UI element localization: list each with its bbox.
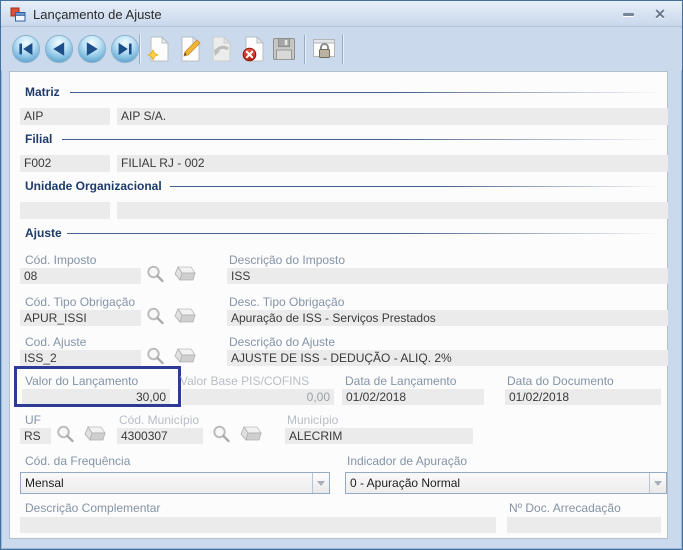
form-icon [10,7,26,22]
form-panel: Matriz AIP AIP S/A. Filial F002 FILIAL R… [9,71,668,539]
search-icon[interactable] [55,424,76,445]
section-divider [170,186,661,187]
cod-frequencia-label: Cód. da Frequência [25,454,131,468]
section-divider [67,233,661,234]
minimize-icon [622,12,634,16]
municipio-field[interactable]: ALECRIM [285,428,473,444]
eraser-icon[interactable] [171,265,197,284]
indicador-apuracao-value: 0 - Apuração Normal [350,476,461,490]
data-lancamento-label: Data de Lançamento [345,374,457,388]
filial-code-field[interactable]: F002 [20,155,110,172]
matriz-name-field[interactable]: AIP S/A. [117,108,668,125]
save-icon [273,38,295,60]
eraser-icon[interactable] [81,425,107,444]
data-documento-label: Data do Documento [507,374,614,388]
last-record-icon [110,34,140,64]
desc-imposto-label: Descrição do Imposto [229,253,346,267]
valor-lancamento-label: Valor do Lançamento [25,374,139,388]
previous-record-icon [44,34,74,64]
filial-name-field[interactable]: FILIAL RJ - 002 [117,155,668,172]
search-icon[interactable] [145,264,166,285]
valor-lancamento-field[interactable]: 30,00 [22,389,170,405]
lock-button[interactable] [310,34,340,64]
first-record-button[interactable] [11,34,41,64]
cod-tipo-obrigacao-field[interactable]: APUR_ISSI [20,310,141,326]
save-button[interactable] [270,34,300,64]
cod-imposto-label: Cód. Imposto [25,253,97,267]
uf-label: UF [25,413,41,427]
search-icon[interactable] [145,346,166,367]
section-title-ajuste: Ajuste [25,226,62,240]
descricao-complementar-field[interactable] [20,517,496,533]
unidade-code-field[interactable] [20,202,110,219]
toolbar [1,28,682,70]
lock-icon [313,39,335,58]
next-record-button[interactable] [77,34,107,64]
unidade-name-field[interactable] [117,202,668,219]
new-record-icon [147,35,170,62]
new-record-button[interactable] [145,34,175,64]
cod-ajuste-label: Cod. Ajuste [25,335,87,349]
eraser-icon[interactable] [171,347,197,366]
toolbar-separator [342,35,344,64]
window-title: Lançamento de Ajuste [33,7,162,22]
dropdown-button[interactable] [312,473,329,493]
municipio-label: Município [287,413,339,427]
cod-municipio-field[interactable]: 4300307 [117,428,203,444]
data-lancamento-field[interactable]: 01/02/2018 [342,389,484,405]
section-title-matriz: Matriz [25,85,60,99]
section-divider [70,92,661,93]
last-record-button[interactable] [110,34,140,64]
window-lancamento-de-ajuste: Lançamento de Ajuste ✕ Matriz AIP AIP S/… [0,0,683,550]
first-record-icon [11,34,41,64]
delete-record-icon [242,35,265,62]
search-icon[interactable] [145,306,166,327]
edit-record-button[interactable] [177,34,207,64]
eraser-icon[interactable] [237,425,263,444]
edit-record-icon [181,35,201,62]
num-doc-arrecadacao-label: Nº Doc. Arrecadação [509,501,621,515]
next-record-icon [77,34,107,64]
valor-base-pis-cofins-label: Valor Base PIS/COFINS [180,374,310,388]
undo-icon [212,35,232,62]
close-icon: ✕ [654,5,666,22]
delete-record-button[interactable] [240,34,270,64]
dropdown-button[interactable] [649,473,666,493]
cod-imposto-field[interactable]: 08 [20,268,141,284]
previous-record-button[interactable] [44,34,74,64]
cod-municipio-label: Cód. Município [119,413,200,427]
minimize-button[interactable] [616,5,640,23]
cod-tipo-obrigacao-label: Cód. Tipo Obrigação [25,295,136,309]
desc-tipo-obrigacao-label: Desc. Tipo Obrigação [229,295,345,309]
close-button[interactable]: ✕ [648,5,672,23]
toolbar-separator [139,35,141,64]
descricao-complementar-label: Descrição Complementar [25,501,161,515]
section-title-unidade-organizacional: Unidade Organizacional [25,179,162,193]
chevron-down-icon [317,480,325,486]
search-icon[interactable] [211,424,232,445]
desc-imposto-field[interactable]: ISS [227,268,668,284]
chevron-down-icon [654,480,662,486]
undo-button[interactable] [208,34,238,64]
cod-ajuste-field[interactable]: ISS_2 [20,350,141,366]
matriz-code-field[interactable]: AIP [20,108,110,125]
indicador-apuracao-select[interactable]: 0 - Apuração Normal [345,472,667,494]
desc-ajuste-label: Descrição do Ajuste [229,335,336,349]
section-title-filial: Filial [25,132,53,146]
indicador-apuracao-label: Indicador de Apuração [347,454,468,468]
num-doc-arrecadacao-field[interactable] [507,517,661,533]
desc-tipo-obrigacao-field[interactable]: Apuração de ISS - Serviços Prestados [227,310,668,326]
valor-base-pis-cofins-field[interactable]: 0,00 [182,389,334,405]
eraser-icon[interactable] [171,307,197,326]
cod-frequencia-select[interactable]: Mensal [20,472,330,494]
toolbar-separator [304,35,306,64]
cod-frequencia-value: Mensal [25,476,64,490]
section-divider [62,139,661,140]
title-bar: Lançamento de Ajuste ✕ [1,1,682,27]
data-documento-field[interactable]: 01/02/2018 [505,389,661,405]
desc-ajuste-field[interactable]: AJUSTE DE ISS - DEDUÇÃO - ALIQ. 2% [227,350,668,366]
uf-field[interactable]: RS [20,428,51,444]
